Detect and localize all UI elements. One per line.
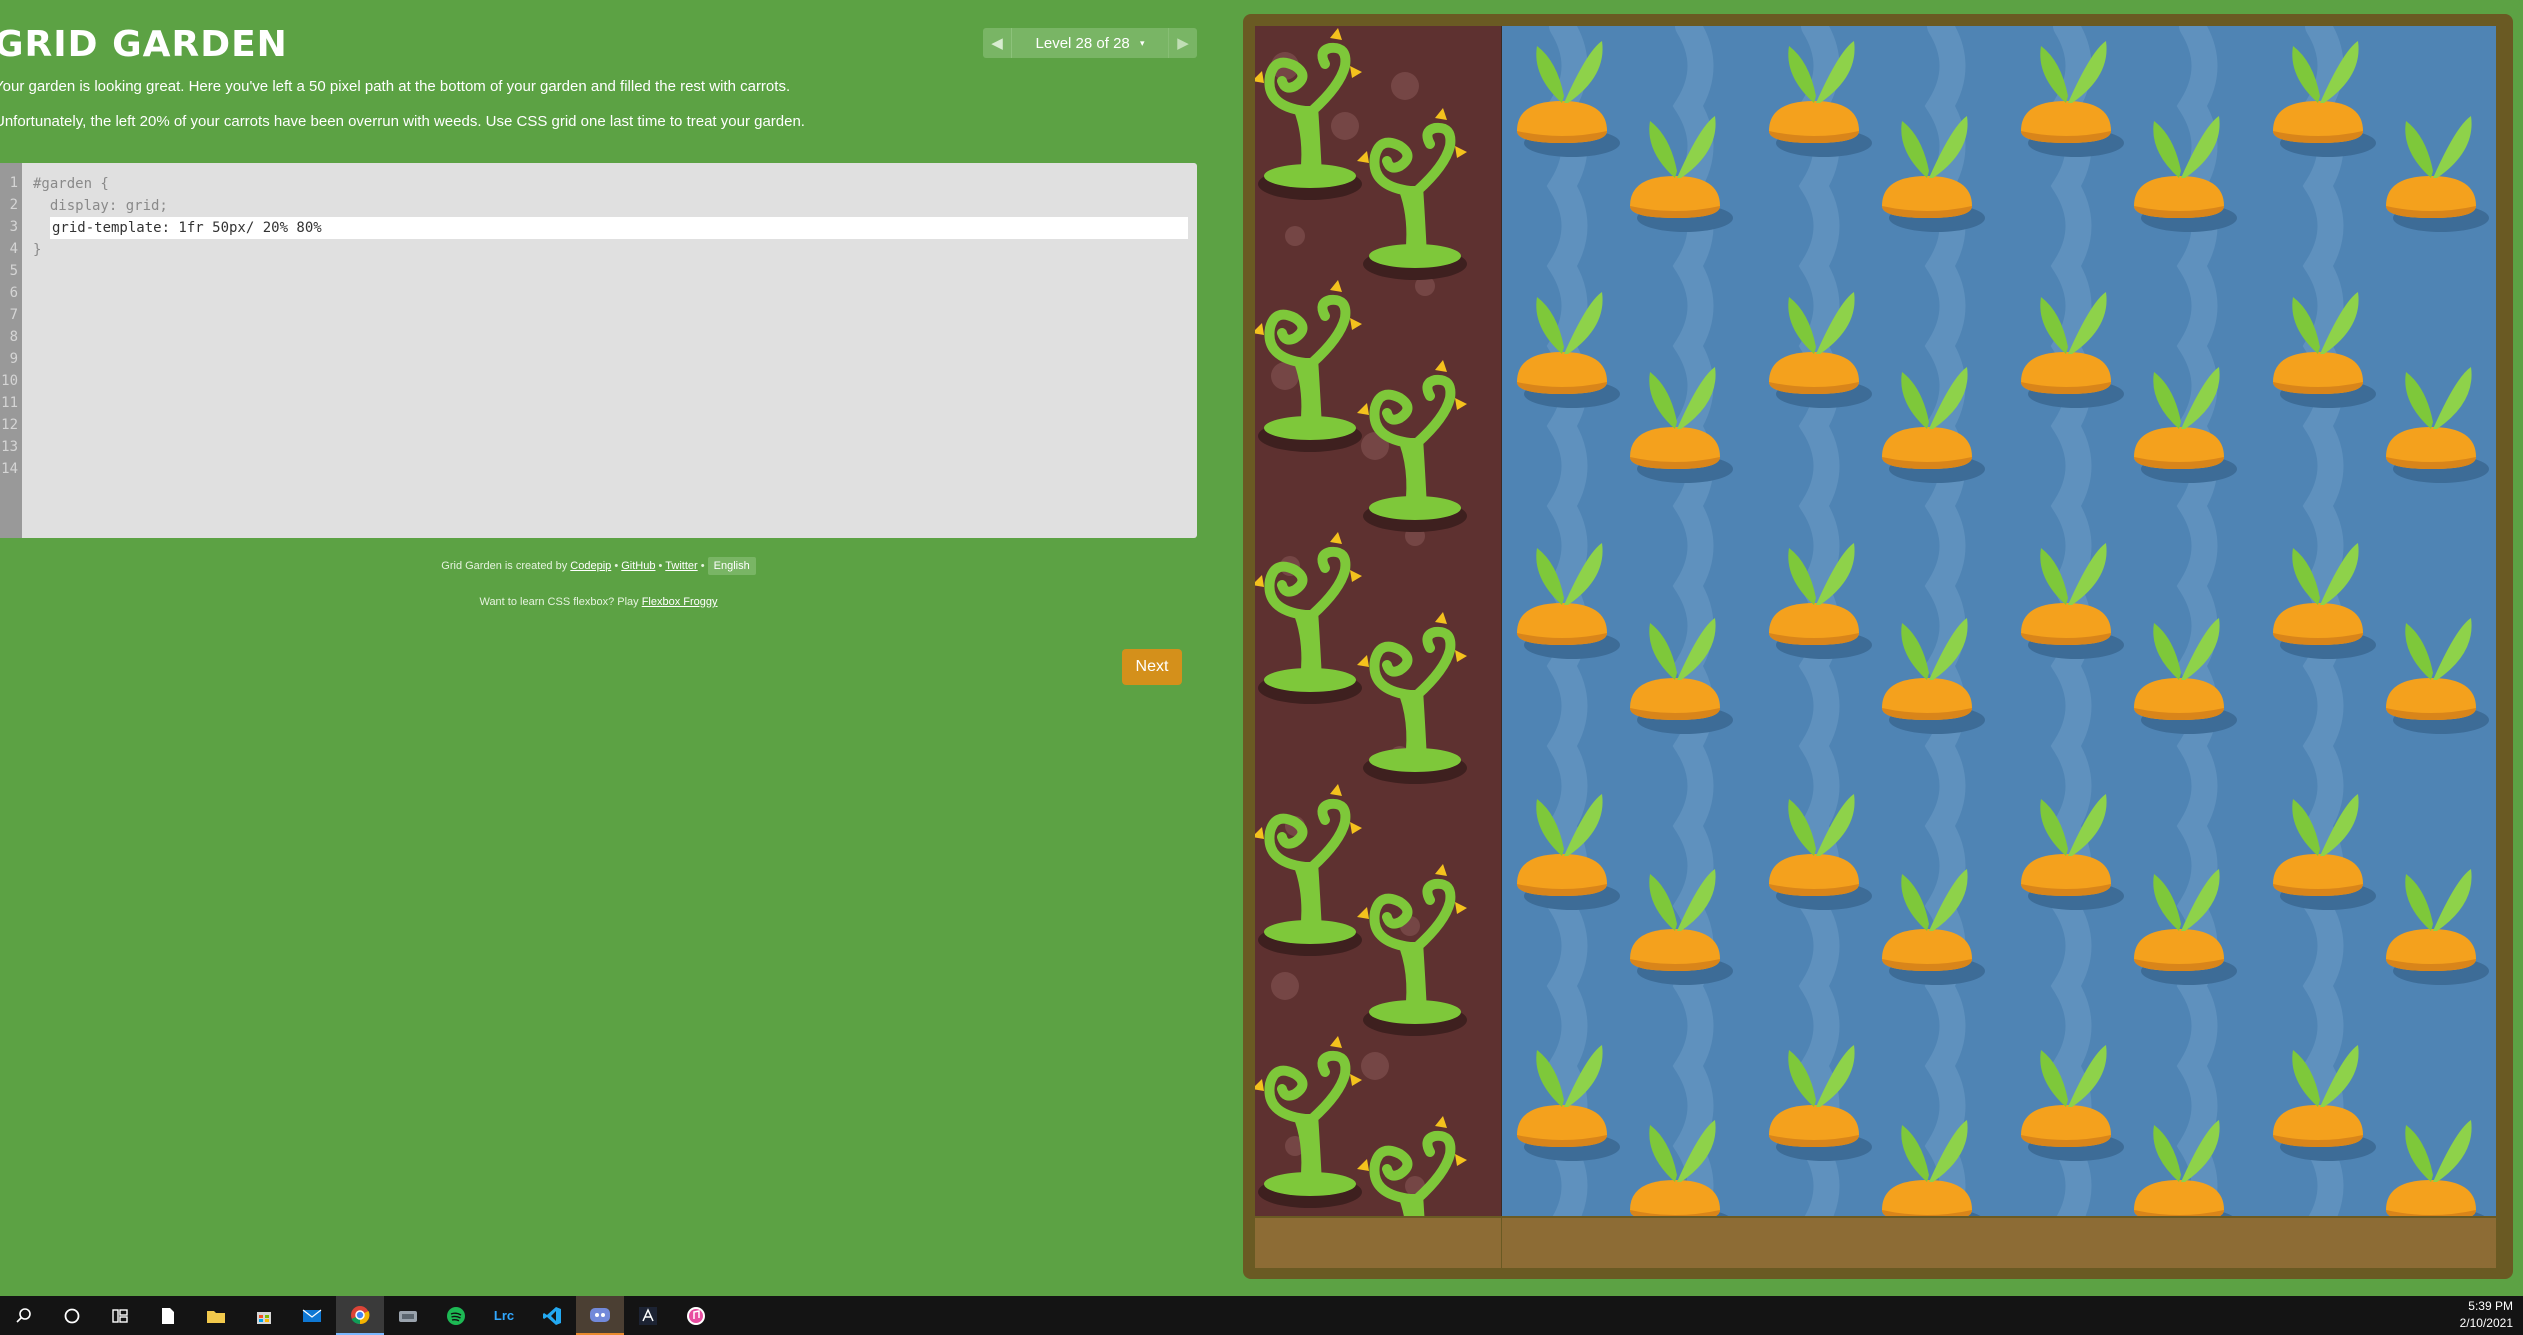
system-clock[interactable]: 5:39 PM 2/10/2021 (2460, 1298, 2513, 1332)
cortana-icon[interactable] (48, 1296, 96, 1335)
next-button[interactable]: Next (1122, 649, 1182, 685)
chevron-down-icon: ▾ (1139, 38, 1145, 49)
line-number: 5 (9, 263, 18, 279)
task-view-icon[interactable] (96, 1296, 144, 1335)
carrot-pattern (1517, 26, 2489, 1239)
taskbar: Lrc 5:39 PM 2/10/2021 (0, 1296, 2523, 1335)
level-dropdown[interactable]: Level 28 of 28 ▾ (1012, 35, 1168, 52)
credits: Grid Garden is created by Codepip • GitH… (0, 557, 1197, 575)
line-number: 8 (9, 329, 18, 345)
separator: • (655, 560, 666, 572)
line-number: 7 (9, 307, 18, 323)
path-divider (1501, 1218, 1502, 1268)
vpn-icon[interactable] (384, 1296, 432, 1335)
clock-time: 5:39 PM (2468, 1299, 2513, 1313)
carrot-area (1502, 26, 2496, 1239)
line-number: 12 (1, 417, 18, 433)
next-level-button[interactable]: ▶ (1168, 28, 1197, 58)
mail-icon[interactable] (288, 1296, 336, 1335)
promo-text: Want to learn CSS flexbox? Play (479, 596, 642, 608)
weed-pattern (1255, 28, 1467, 1268)
github-link[interactable]: GitHub (621, 560, 655, 572)
triangle-right-icon: ▶ (1177, 35, 1189, 52)
vscode-icon[interactable] (528, 1296, 576, 1335)
separator: • (611, 560, 622, 572)
garden (1255, 26, 2496, 1268)
line-number: 4 (9, 241, 18, 257)
discord-icon[interactable] (576, 1296, 624, 1335)
credits-text: Grid Garden is created by (441, 560, 571, 572)
line-number: 13 (1, 439, 18, 455)
acrobat-icon[interactable] (624, 1296, 672, 1335)
line-number: 2 (9, 197, 18, 213)
css-code-input[interactable] (50, 217, 1188, 239)
line-number: 1 (9, 175, 18, 191)
triangle-left-icon: ◀ (991, 35, 1003, 52)
clock-date: 2/10/2021 (2459, 1316, 2513, 1330)
weed-area (1255, 26, 1501, 1268)
search-icon[interactable] (0, 1296, 48, 1335)
lrc-icon[interactable]: Lrc (480, 1296, 528, 1335)
language-selector[interactable]: English (707, 557, 756, 575)
code-line: display: grid; (33, 198, 168, 214)
previous-level-button[interactable]: ◀ (983, 28, 1012, 58)
line-number: 14 (1, 461, 18, 477)
garden-path (1255, 1216, 2496, 1268)
line-number: 11 (1, 395, 18, 411)
chrome-icon[interactable] (336, 1296, 384, 1335)
line-number: 9 (9, 351, 18, 367)
instruction-paragraph: Unfortunately, the left 20% of your carr… (0, 113, 805, 130)
line-number: 6 (9, 285, 18, 301)
instructions: Your garden is looking great. Here you'v… (0, 78, 1174, 148)
flexbox-promo: Want to learn CSS flexbox? Play Flexbox … (0, 596, 1197, 608)
file-explorer-icon[interactable] (192, 1296, 240, 1335)
codepip-link[interactable]: Codepip (570, 560, 611, 572)
page-title: GRID GARDEN (0, 24, 288, 65)
separator: • (697, 560, 708, 572)
line-number: 3 (9, 219, 18, 235)
file-icon[interactable] (144, 1296, 192, 1335)
flexbox-froggy-link[interactable]: Flexbox Froggy (642, 596, 718, 608)
code-line: } (33, 242, 42, 258)
code-line: #garden { (33, 176, 109, 192)
twitter-link[interactable]: Twitter (665, 560, 697, 572)
instruction-paragraph: Your garden is looking great. Here you'v… (0, 78, 791, 95)
line-number-gutter: 1 2 3 4 5 6 7 8 9 10 11 12 13 14 (0, 163, 22, 538)
level-label: Level 28 of 28 (1035, 34, 1130, 52)
code-editor: 1 2 3 4 5 6 7 8 9 10 11 12 13 14 #garden… (0, 163, 1197, 685)
itunes-icon[interactable] (672, 1296, 720, 1335)
store-icon[interactable] (240, 1296, 288, 1335)
level-navigation: ◀ Level 28 of 28 ▾ ▶ (983, 28, 1197, 58)
line-number: 10 (1, 373, 18, 389)
spotify-icon[interactable] (432, 1296, 480, 1335)
